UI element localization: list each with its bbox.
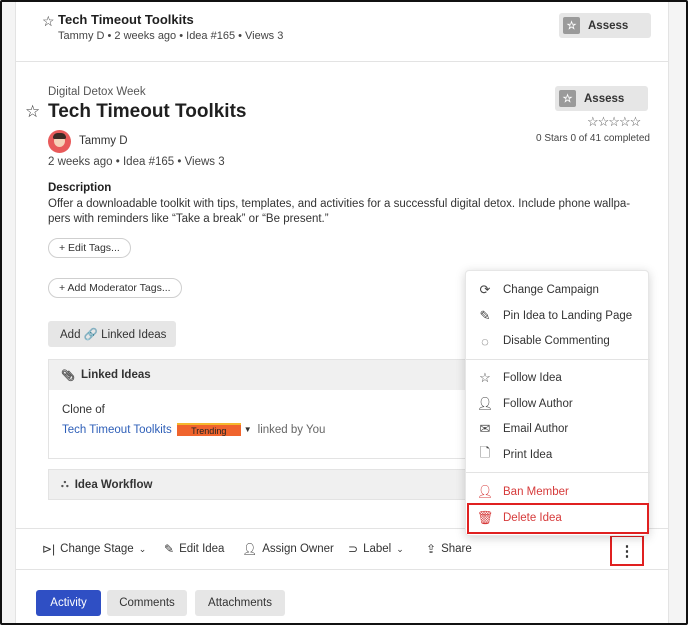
menu-item-label: Ban Member	[503, 486, 569, 498]
mail-icon: ✉	[479, 421, 491, 436]
assess-button[interactable]: ☆ Assess	[555, 86, 648, 111]
menu-item-label: Change Campaign	[503, 284, 599, 296]
user-plus-icon: 👤︎	[242, 542, 258, 556]
idea-actions-menu: ⟳ Change Campaign ✎ Pin Idea to Landing …	[465, 270, 650, 536]
description-text: Offer a downloadable toolkit with tips, …	[48, 198, 631, 225]
linked-ideas-heading: Linked Ideas	[80, 369, 151, 381]
user-ban-icon: 👤︎	[476, 484, 494, 499]
assess-label: Assess	[584, 92, 625, 105]
share-button[interactable]: ⇪ Share	[426, 542, 472, 556]
idea-workflow-heading: Idea Workflow	[74, 478, 153, 491]
idea-workflow-panel[interactable]: ⛬ Idea Workflow	[48, 469, 478, 500]
linked-by-text: linked by You	[257, 423, 326, 436]
rating-summary: 0 Stars 0 of 41 completed	[536, 133, 650, 144]
linked-idea-row: Tech Timeout Toolkits Trending ▼ linked …	[62, 423, 325, 436]
linked-ideas-header[interactable]: 📎︎ Linked Ideas	[49, 360, 477, 390]
menu-item-ban-member[interactable]: 👤︎ Ban Member	[466, 480, 650, 504]
pin-icon: ✎	[479, 308, 491, 323]
menu-item-follow-author[interactable]: 👤︎ Follow Author	[466, 392, 650, 416]
menu-item-follow-idea[interactable]: ☆ Follow Idea	[466, 366, 650, 390]
chevron-down-icon: ⌄	[396, 543, 404, 554]
edit-tags-button[interactable]: + Edit Tags...	[48, 238, 131, 258]
star-icon: ☆	[559, 90, 576, 107]
idea-title: Tech Timeout Toolkits	[48, 101, 247, 122]
stage-icon: ⊳|	[42, 542, 56, 556]
tab-comments[interactable]: Comments	[107, 590, 187, 616]
avatar[interactable]	[48, 130, 71, 153]
tab-activity[interactable]: Activity	[36, 590, 101, 616]
workflow-icon: ⛬	[61, 478, 69, 490]
comment-icon: ◌	[481, 333, 489, 349]
campaign-name[interactable]: Digital Detox Week	[48, 86, 146, 98]
label-label: Label	[363, 543, 392, 555]
more-options-button[interactable]: ⋮	[610, 535, 644, 566]
share-label: Share	[441, 543, 472, 555]
app-frame: ☆ Tech Timeout Toolkits Tammy D • 2 week…	[0, 0, 688, 625]
trending-badge: Trending	[176, 423, 241, 436]
chevron-down-icon: ⌄	[138, 543, 147, 554]
menu-item-label: Follow Author	[503, 398, 573, 410]
menu-divider	[466, 472, 650, 473]
follow-star-icon[interactable]: ☆	[25, 102, 40, 122]
pencil-icon: ✎	[164, 542, 175, 556]
sticky-title: Tech Timeout Toolkits	[58, 12, 194, 27]
menu-item-label: Pin Idea to Landing Page	[503, 310, 633, 322]
label-button[interactable]: ⊃ Label ⌄	[348, 542, 404, 556]
menu-item-change-campaign[interactable]: ⟳ Change Campaign	[466, 278, 650, 302]
linked-ideas-panel: 📎︎ Linked Ideas Clone of Tech Timeout To…	[48, 359, 478, 459]
sticky-meta: Tammy D • 2 weeks ago • Idea #165 • View…	[58, 30, 284, 42]
edit-idea-label: Edit Idea	[179, 543, 225, 555]
tab-attachments[interactable]: Attachments	[195, 590, 285, 616]
assign-owner-button[interactable]: 👤︎ Assign Owner	[242, 542, 334, 556]
edit-idea-button[interactable]: ✎ Edit Idea	[164, 542, 224, 556]
menu-item-label: Print Idea	[503, 449, 553, 461]
star-icon[interactable]: ☆	[42, 13, 55, 30]
menu-item-print-idea[interactable]: 🗋︎ Print Idea	[466, 443, 650, 467]
delete-highlight-box	[467, 503, 649, 534]
description-heading: Description	[48, 182, 112, 194]
star-icon: ☆	[479, 370, 491, 385]
user-search-icon: 👤︎	[476, 396, 494, 411]
menu-item-label: Disable Commenting	[503, 335, 610, 347]
paperclip-icon: 📎︎	[61, 369, 75, 382]
share-icon: ⇪	[426, 542, 437, 556]
change-stage-button[interactable]: ⊳| Change Stage ⌄	[42, 542, 146, 556]
pdf-icon: 🗋︎	[479, 445, 491, 460]
menu-item-pin-idea[interactable]: ✎ Pin Idea to Landing Page	[466, 304, 650, 328]
linked-idea-link[interactable]: Tech Timeout Toolkits	[62, 424, 172, 436]
clone-of-label: Clone of	[62, 404, 105, 416]
right-gutter	[668, 2, 686, 623]
add-moderator-tags-button[interactable]: + Add Moderator Tags...	[48, 278, 182, 298]
assess-label: Assess	[588, 19, 629, 32]
tag-icon: ⊃	[348, 542, 359, 556]
sticky-assess-button[interactable]: ☆ Assess	[559, 13, 651, 38]
menu-item-label: Email Author	[503, 423, 569, 435]
menu-divider	[466, 359, 650, 360]
refresh-icon: ⟳	[479, 282, 491, 297]
left-gutter	[2, 2, 16, 623]
rating-stars[interactable]: ☆☆☆☆☆	[587, 114, 641, 130]
assign-owner-label: Assign Owner	[262, 543, 334, 555]
caret-down-icon[interactable]: ▼	[244, 425, 252, 434]
sticky-header: ☆ Tech Timeout Toolkits Tammy D • 2 week…	[16, 4, 668, 62]
star-icon: ☆	[563, 17, 580, 34]
menu-item-disable-commenting[interactable]: ◌ Disable Commenting	[466, 329, 650, 353]
menu-item-email-author[interactable]: ✉ Email Author	[466, 417, 650, 441]
add-linked-ideas-button[interactable]: Add 🔗 Linked Ideas	[48, 321, 176, 347]
author-name[interactable]: Tammy D	[79, 135, 128, 147]
change-stage-label: Change Stage	[60, 543, 134, 555]
menu-item-label: Follow Idea	[503, 372, 562, 384]
idea-meta: 2 weeks ago • Idea #165 • Views 3	[48, 156, 225, 168]
